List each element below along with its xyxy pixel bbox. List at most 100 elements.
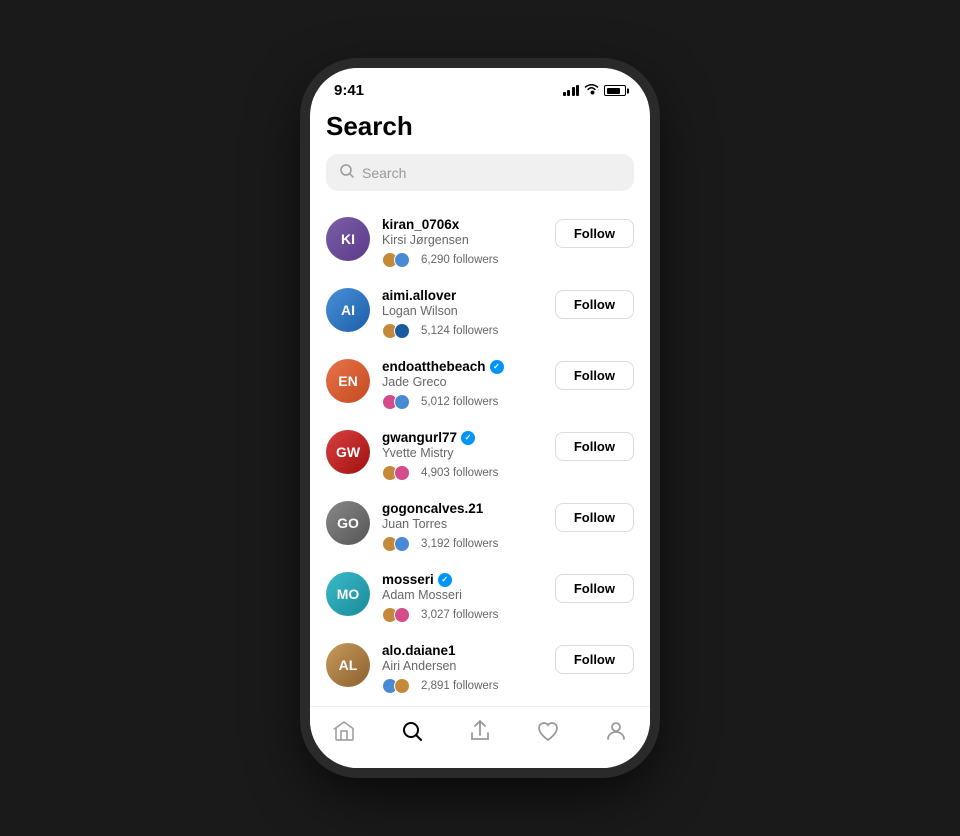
search-bar-icon — [340, 164, 354, 181]
followers-count: 3,027 followers — [421, 609, 498, 621]
follower-avatar — [394, 252, 410, 268]
user-item: AI aimi.alloverLogan Wilson 5,124 follower… — [326, 278, 634, 349]
user-info: gwangurl77Yvette Mistry 4,903 followers — [382, 430, 547, 481]
share-icon — [468, 719, 492, 748]
user-item: KI kiran_0706xKirsi Jørgensen 6,290 follow… — [326, 207, 634, 278]
real-name: Jade Greco — [382, 375, 547, 389]
verified-badge — [438, 573, 452, 587]
username-row: alo.daiane1 — [382, 643, 547, 658]
avatar: KI — [326, 217, 370, 261]
bottom-nav — [310, 706, 650, 768]
avatar: GW — [326, 430, 370, 474]
battery-icon — [604, 85, 626, 96]
user-info: mosseriAdam Mosseri 3,027 followers — [382, 572, 547, 623]
user-list: KI kiran_0706xKirsi Jørgensen 6,290 follow… — [326, 207, 634, 704]
followers-count: 2,891 followers — [421, 680, 498, 692]
user-info: kiran_0706xKirsi Jørgensen 6,290 follower… — [382, 217, 547, 268]
real-name: Adam Mosseri — [382, 588, 547, 602]
follow-button[interactable]: Follow — [555, 645, 634, 674]
home-icon — [332, 719, 356, 748]
signal-icon — [563, 85, 580, 96]
user-item: AL alo.daiane1Airi Andersen 2,891 follower… — [326, 633, 634, 704]
search-placeholder: Search — [362, 165, 406, 181]
followers-row: 4,903 followers — [382, 465, 547, 481]
page-title: Search — [326, 111, 634, 142]
heart-icon — [536, 719, 560, 748]
user-item: GW gwangurl77Yvette Mistry 4,903 followers… — [326, 420, 634, 491]
verified-badge — [490, 360, 504, 374]
follow-button[interactable]: Follow — [555, 574, 634, 603]
follow-button[interactable]: Follow — [555, 432, 634, 461]
real-name: Juan Torres — [382, 517, 547, 531]
username-row: gwangurl77 — [382, 430, 547, 445]
real-name: Logan Wilson — [382, 304, 547, 318]
follower-avatar — [394, 678, 410, 694]
follower-avatar — [394, 536, 410, 552]
nav-profile[interactable] — [604, 719, 628, 748]
follower-avatar — [394, 323, 410, 339]
follower-avatar — [394, 607, 410, 623]
follower-avatars — [382, 465, 410, 481]
avatar: MO — [326, 572, 370, 616]
search-bar[interactable]: Search — [326, 154, 634, 191]
follow-button[interactable]: Follow — [555, 290, 634, 319]
username: alo.daiane1 — [382, 643, 456, 658]
user-info: endoatthebeachJade Greco 5,012 followers — [382, 359, 547, 410]
wifi-icon — [584, 83, 599, 98]
app-content: Search Search KI kiran_0706xKirsi Jørgens… — [310, 103, 650, 706]
real-name: Kirsi Jørgensen — [382, 233, 547, 247]
followers-count: 3,192 followers — [421, 538, 498, 550]
follow-button[interactable]: Follow — [555, 219, 634, 248]
follower-avatars — [382, 536, 410, 552]
followers-count: 5,124 followers — [421, 325, 498, 337]
follower-avatar — [394, 394, 410, 410]
follow-button[interactable]: Follow — [555, 503, 634, 532]
followers-row: 5,012 followers — [382, 394, 547, 410]
username: aimi.allover — [382, 288, 456, 303]
follower-avatars — [382, 394, 410, 410]
username-row: mosseri — [382, 572, 547, 587]
username-row: gogoncalves.21 — [382, 501, 547, 516]
user-info: gogoncalves.21Juan Torres 3,192 followers — [382, 501, 547, 552]
followers-count: 4,903 followers — [421, 467, 498, 479]
nav-likes[interactable] — [536, 719, 560, 748]
followers-row: 6,290 followers — [382, 252, 547, 268]
search-icon — [400, 719, 424, 748]
phone-frame: 9:41 Search — [310, 68, 650, 768]
username: gogoncalves.21 — [382, 501, 483, 516]
nav-share[interactable] — [468, 719, 492, 748]
username-row: endoatthebeach — [382, 359, 547, 374]
follow-button[interactable]: Follow — [555, 361, 634, 390]
user-info: alo.daiane1Airi Andersen 2,891 followers — [382, 643, 547, 694]
username: mosseri — [382, 572, 434, 587]
status-time: 9:41 — [334, 82, 364, 99]
followers-row: 2,891 followers — [382, 678, 547, 694]
username: gwangurl77 — [382, 430, 457, 445]
nav-search[interactable] — [400, 719, 424, 748]
real-name: Airi Andersen — [382, 659, 547, 673]
status-bar: 9:41 — [310, 68, 650, 103]
user-item: GO gogoncalves.21Juan Torres 3,192 followe… — [326, 491, 634, 562]
user-info: aimi.alloverLogan Wilson 5,124 followers — [382, 288, 547, 339]
followers-count: 6,290 followers — [421, 254, 498, 266]
username-row: kiran_0706x — [382, 217, 547, 232]
username: kiran_0706x — [382, 217, 459, 232]
avatar: GO — [326, 501, 370, 545]
followers-count: 5,012 followers — [421, 396, 498, 408]
status-icons — [563, 83, 627, 98]
real-name: Yvette Mistry — [382, 446, 547, 460]
follower-avatars — [382, 678, 410, 694]
avatar: EN — [326, 359, 370, 403]
user-item: MO mosseriAdam Mosseri 3,027 followers Foll… — [326, 562, 634, 633]
avatar: AI — [326, 288, 370, 332]
follower-avatar — [394, 465, 410, 481]
follower-avatars — [382, 323, 410, 339]
nav-home[interactable] — [332, 719, 356, 748]
username: endoatthebeach — [382, 359, 486, 374]
followers-row: 3,027 followers — [382, 607, 547, 623]
user-item: EN endoatthebeachJade Greco 5,012 follower… — [326, 349, 634, 420]
profile-icon — [604, 719, 628, 748]
verified-badge — [461, 431, 475, 445]
followers-row: 5,124 followers — [382, 323, 547, 339]
avatar: AL — [326, 643, 370, 687]
